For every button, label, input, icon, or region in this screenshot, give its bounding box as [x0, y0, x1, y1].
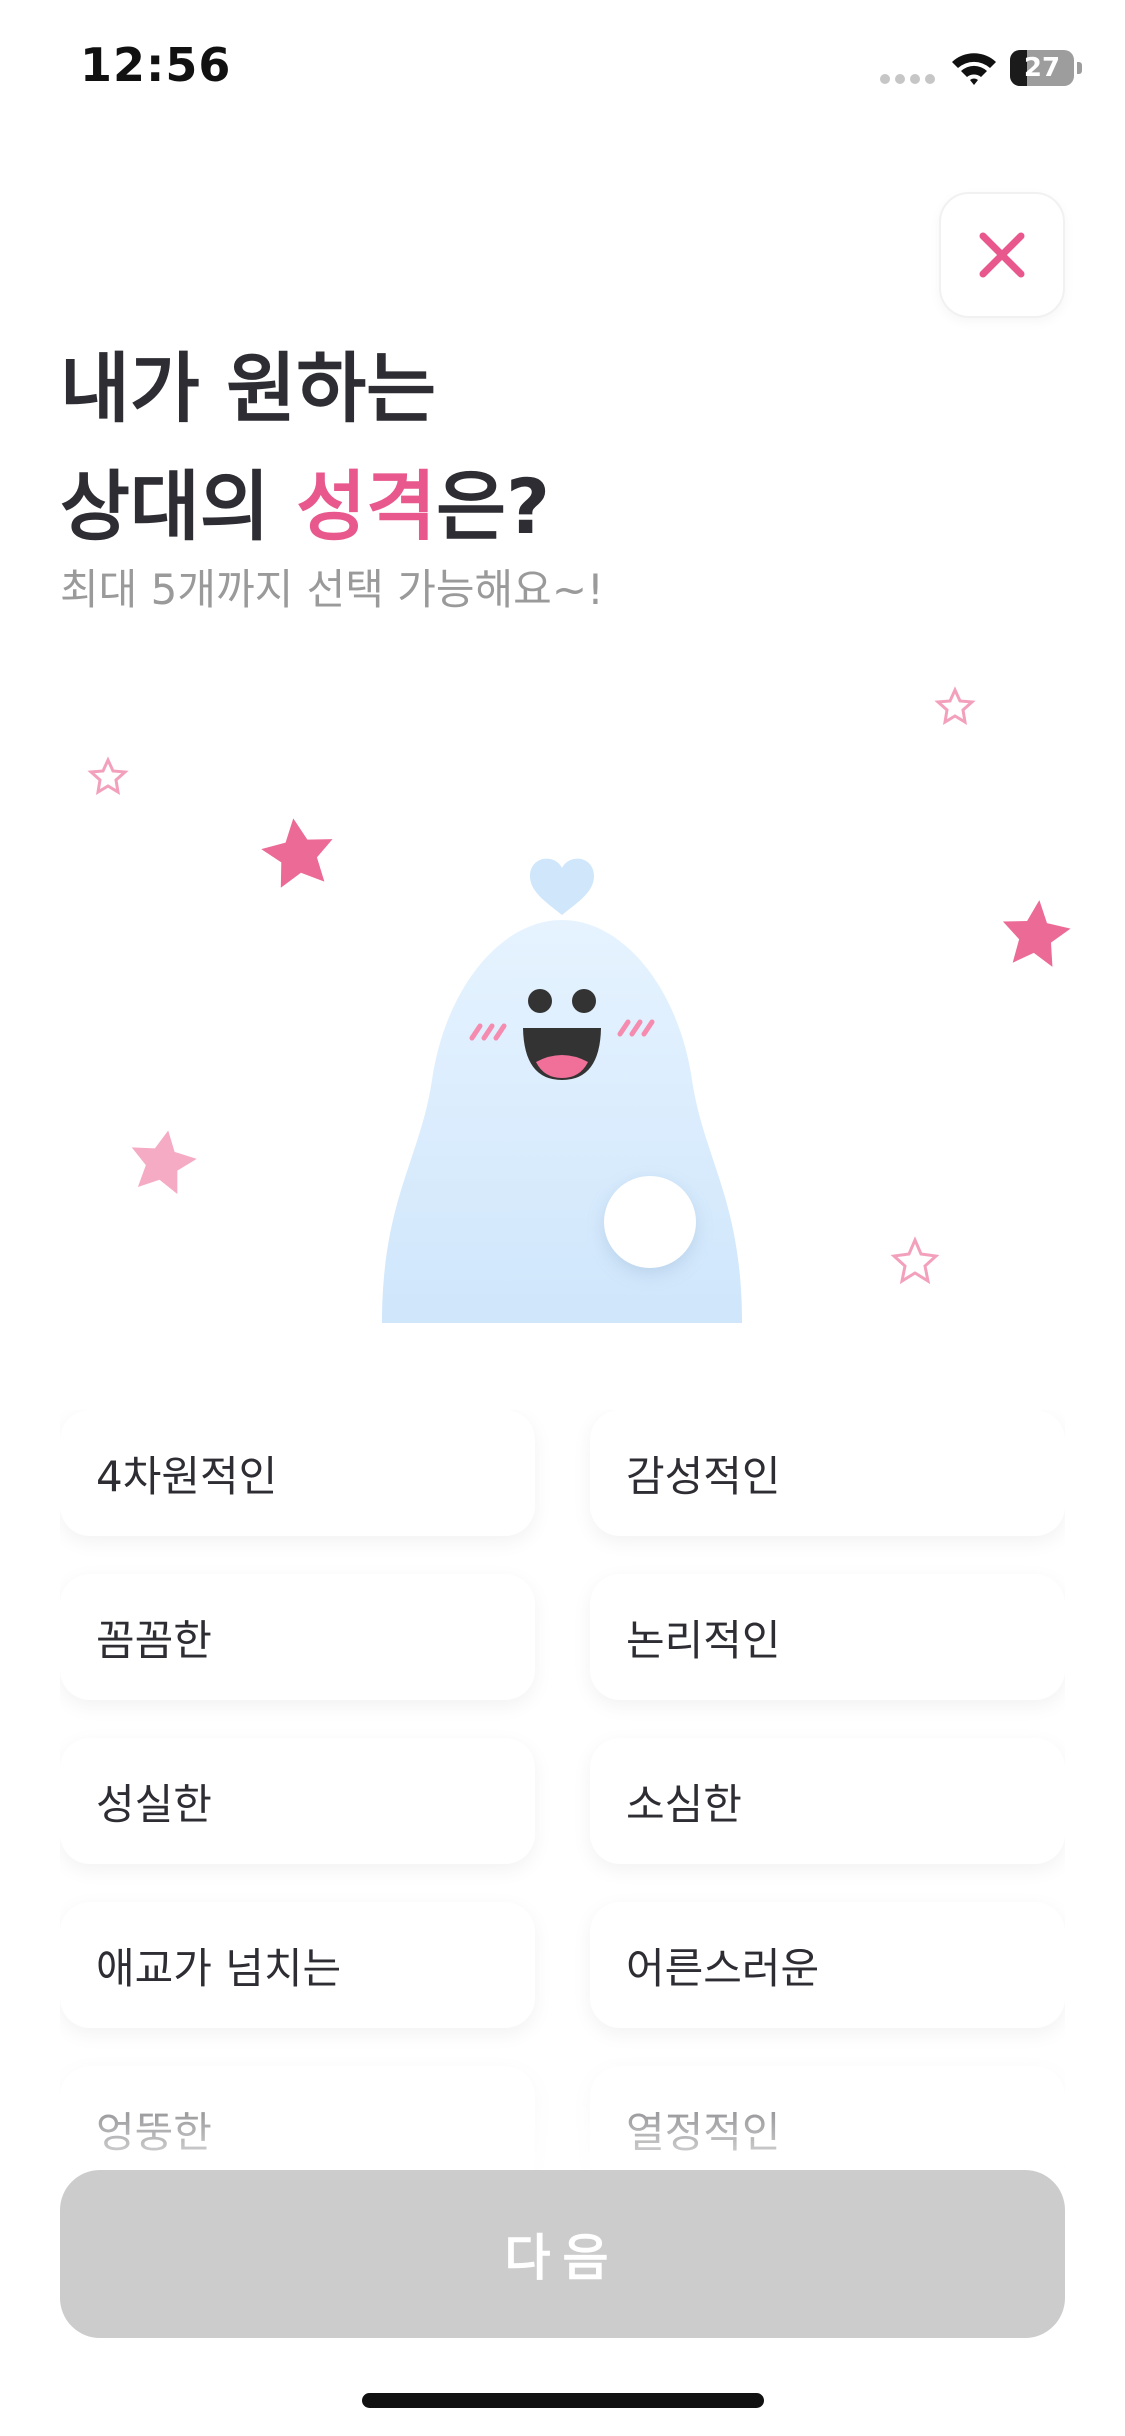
scroll-fade — [0, 2020, 1125, 2170]
option-chip[interactable]: 논리적인 — [590, 1574, 1065, 1700]
ghost-body — [382, 920, 742, 1323]
option-chip[interactable]: 성실한 — [60, 1738, 535, 1864]
selection-limit-hint: 최대 5개까지 선택 가능해요~! — [60, 565, 604, 614]
title-line-2-suffix: 은? — [436, 462, 551, 551]
option-chip[interactable]: 소심한 — [590, 1738, 1065, 1864]
star-icon — [261, 818, 333, 888]
option-chip[interactable]: 4차원적인 — [60, 1410, 535, 1536]
heart-icon — [530, 858, 594, 915]
cellular-signal-icon — [880, 74, 936, 86]
ghost-mascot-illustration — [87, 686, 1071, 1323]
option-chip[interactable]: 어른스러운 — [590, 1902, 1065, 2028]
home-indicator — [362, 2393, 764, 2408]
star-outline-icon — [890, 1236, 940, 1285]
title-highlight: 성격 — [296, 462, 437, 551]
page-title: 내가 원하는 상대의 성격은? — [60, 330, 550, 566]
title-line-1: 내가 원하는 — [60, 344, 437, 433]
battery-icon: 27 — [1010, 50, 1082, 86]
star-icon — [1002, 900, 1071, 967]
option-chip[interactable]: 애교가 넘치는 — [60, 1902, 535, 2028]
close-icon — [979, 232, 1025, 278]
wifi-icon — [952, 53, 996, 85]
battery-level: 27 — [1023, 53, 1061, 83]
status-time: 12:56 — [80, 38, 232, 92]
star-icon — [131, 1130, 197, 1195]
title-line-2-prefix: 상대의 — [60, 462, 297, 551]
option-chip[interactable]: 꼼꼼한 — [60, 1574, 535, 1700]
option-chip[interactable]: 감성적인 — [590, 1410, 1065, 1536]
star-outline-icon — [934, 686, 976, 725]
status-bar: 12:56 27 — [0, 0, 1125, 140]
next-button[interactable]: 다음 — [60, 2170, 1065, 2338]
close-button[interactable] — [939, 192, 1065, 318]
star-outline-icon — [87, 756, 129, 795]
